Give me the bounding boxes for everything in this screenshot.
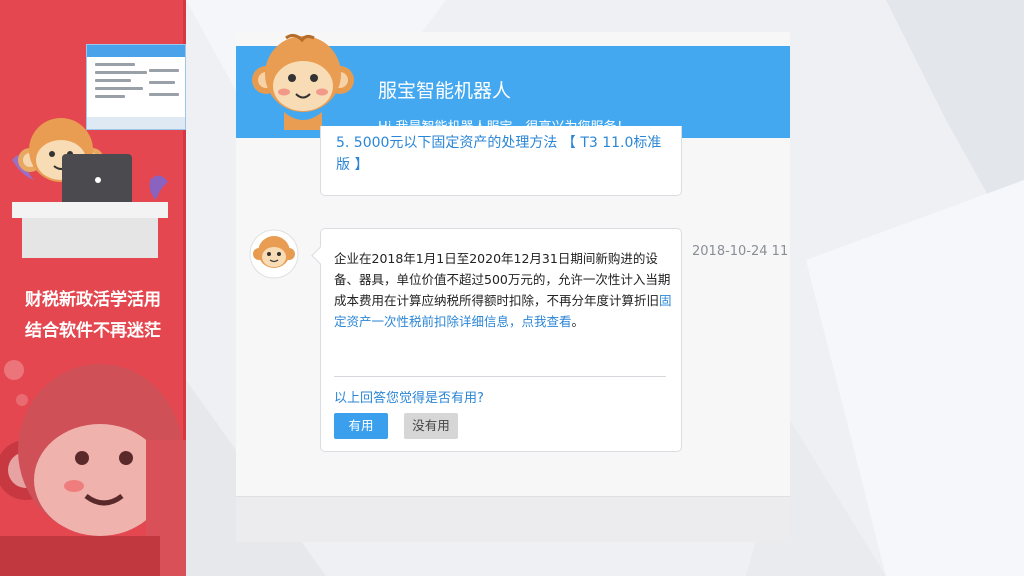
useful-button[interactable]: 有用 xyxy=(334,413,388,439)
chat-title: 服宝智能机器人 xyxy=(378,80,512,102)
feedback-question: 以上回答您觉得是否有用? xyxy=(334,391,484,406)
not-useful-button[interactable]: 没有用 xyxy=(404,413,458,439)
chat-input-area[interactable] xyxy=(236,496,790,542)
slogan-line-2: 结合软件不再迷茫 xyxy=(25,321,161,341)
large-mascot-decoration xyxy=(0,360,186,576)
left-promo-panel: 财税新政活学活用 结合软件不再迷茫 xyxy=(0,0,186,576)
mascot-with-laptop-illustration xyxy=(12,118,168,258)
robot-mascot-avatar xyxy=(252,33,354,130)
previous-answer-link[interactable]: 5. 5000元以下固定资产的处理方法 【 T3 11.0标准版 】 xyxy=(336,132,666,176)
feedback-divider xyxy=(334,376,666,377)
chat-window: 服宝智能机器人 Hi 我是智能机器人服宝，很高兴为您服务！ 5. 5000元以下… xyxy=(236,32,790,542)
answer-text: 企业在2018年1月1日至2020年12月31日期间新购进的设备、器具，单位价值… xyxy=(334,251,672,329)
slogan-line-1: 财税新政活学活用 xyxy=(25,290,161,310)
bot-avatar xyxy=(249,229,299,279)
message-timestamp: 2018-10-24 11 xyxy=(692,244,789,259)
